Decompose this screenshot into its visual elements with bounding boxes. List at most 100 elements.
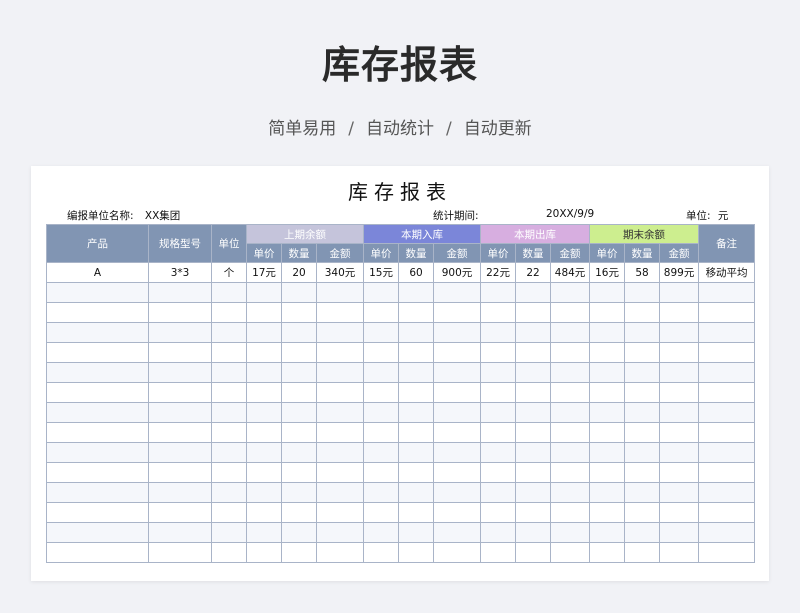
table-cell[interactable]	[148, 462, 212, 483]
table-cell[interactable]: 16元	[589, 262, 626, 283]
table-cell[interactable]	[433, 442, 482, 463]
table-cell[interactable]	[480, 382, 517, 403]
table-cell[interactable]	[315, 382, 365, 403]
table-cell[interactable]	[315, 422, 365, 443]
table-cell[interactable]	[659, 362, 700, 383]
table-cell[interactable]	[589, 282, 626, 303]
table-cell[interactable]	[624, 422, 661, 443]
table-cell[interactable]	[550, 522, 591, 543]
table-cell[interactable]	[398, 422, 435, 443]
table-cell[interactable]: 个	[211, 262, 247, 283]
table-cell[interactable]	[624, 442, 661, 463]
table-cell[interactable]	[550, 322, 591, 343]
table-cell[interactable]	[211, 442, 247, 463]
table-cell[interactable]	[211, 422, 247, 443]
table-cell[interactable]	[281, 302, 317, 323]
table-cell[interactable]	[550, 462, 591, 483]
table-cell[interactable]	[480, 322, 517, 343]
table-cell[interactable]	[398, 542, 435, 563]
table-cell[interactable]	[211, 342, 247, 363]
table-cell[interactable]	[698, 302, 756, 323]
table-cell[interactable]	[659, 502, 700, 523]
table-cell[interactable]	[281, 462, 317, 483]
table-cell[interactable]: 17元	[246, 262, 282, 283]
table-cell[interactable]	[148, 402, 212, 423]
table-cell[interactable]	[281, 342, 317, 363]
table-cell[interactable]	[433, 342, 482, 363]
table-cell[interactable]	[589, 382, 626, 403]
table-cell[interactable]	[363, 322, 400, 343]
table-cell[interactable]	[698, 462, 756, 483]
table-cell[interactable]	[211, 522, 247, 543]
table-cell[interactable]	[480, 302, 517, 323]
table-cell[interactable]	[515, 342, 552, 363]
table-cell[interactable]	[515, 502, 552, 523]
table-cell[interactable]	[398, 522, 435, 543]
table-cell[interactable]	[246, 482, 282, 503]
table-cell[interactable]	[480, 482, 517, 503]
table-cell[interactable]	[398, 502, 435, 523]
table-cell[interactable]	[624, 462, 661, 483]
table-cell[interactable]	[550, 382, 591, 403]
table-cell[interactable]	[480, 342, 517, 363]
table-cell[interactable]	[211, 382, 247, 403]
table-cell[interactable]: 22	[515, 262, 552, 283]
table-cell[interactable]	[315, 462, 365, 483]
table-cell[interactable]	[659, 462, 700, 483]
table-cell[interactable]	[659, 282, 700, 303]
table-cell[interactable]	[281, 402, 317, 423]
table-cell[interactable]	[363, 442, 400, 463]
table-cell[interactable]	[589, 322, 626, 343]
table-cell[interactable]	[624, 342, 661, 363]
table-cell[interactable]	[398, 482, 435, 503]
table-cell[interactable]	[589, 482, 626, 503]
table-cell[interactable]	[315, 542, 365, 563]
table-cell[interactable]	[246, 342, 282, 363]
table-cell[interactable]	[148, 322, 212, 343]
table-cell[interactable]	[659, 542, 700, 563]
table-cell[interactable]	[550, 422, 591, 443]
table-cell[interactable]	[398, 362, 435, 383]
table-cell[interactable]	[698, 322, 756, 343]
table-cell[interactable]	[363, 542, 400, 563]
table-cell[interactable]	[211, 482, 247, 503]
table-cell[interactable]	[46, 422, 149, 443]
table-cell[interactable]	[46, 462, 149, 483]
table-cell[interactable]	[698, 442, 756, 463]
table-cell[interactable]	[281, 522, 317, 543]
table-cell[interactable]	[698, 482, 756, 503]
table-cell[interactable]	[433, 282, 482, 303]
table-cell[interactable]	[46, 442, 149, 463]
table-cell[interactable]	[550, 542, 591, 563]
table-cell[interactable]	[515, 362, 552, 383]
table-cell[interactable]	[148, 482, 212, 503]
table-cell[interactable]	[433, 322, 482, 343]
table-cell[interactable]	[624, 402, 661, 423]
table-cell[interactable]	[589, 462, 626, 483]
table-cell[interactable]	[515, 302, 552, 323]
table-cell[interactable]	[315, 482, 365, 503]
table-cell[interactable]	[46, 322, 149, 343]
table-cell[interactable]	[398, 382, 435, 403]
table-cell[interactable]	[315, 442, 365, 463]
table-cell[interactable]	[698, 522, 756, 543]
table-cell[interactable]	[659, 442, 700, 463]
table-cell[interactable]	[433, 542, 482, 563]
table-cell[interactable]	[515, 542, 552, 563]
table-cell[interactable]	[433, 462, 482, 483]
table-cell[interactable]	[363, 382, 400, 403]
table-cell[interactable]	[315, 402, 365, 423]
table-cell[interactable]	[698, 542, 756, 563]
table-cell[interactable]	[211, 502, 247, 523]
table-cell[interactable]	[624, 362, 661, 383]
table-cell[interactable]	[363, 302, 400, 323]
table-cell[interactable]	[211, 302, 247, 323]
table-cell[interactable]	[515, 402, 552, 423]
table-cell[interactable]	[480, 542, 517, 563]
table-cell[interactable]	[550, 302, 591, 323]
table-cell[interactable]	[281, 282, 317, 303]
table-cell[interactable]	[281, 442, 317, 463]
table-cell[interactable]	[589, 522, 626, 543]
table-cell[interactable]	[315, 322, 365, 343]
table-cell[interactable]	[363, 402, 400, 423]
